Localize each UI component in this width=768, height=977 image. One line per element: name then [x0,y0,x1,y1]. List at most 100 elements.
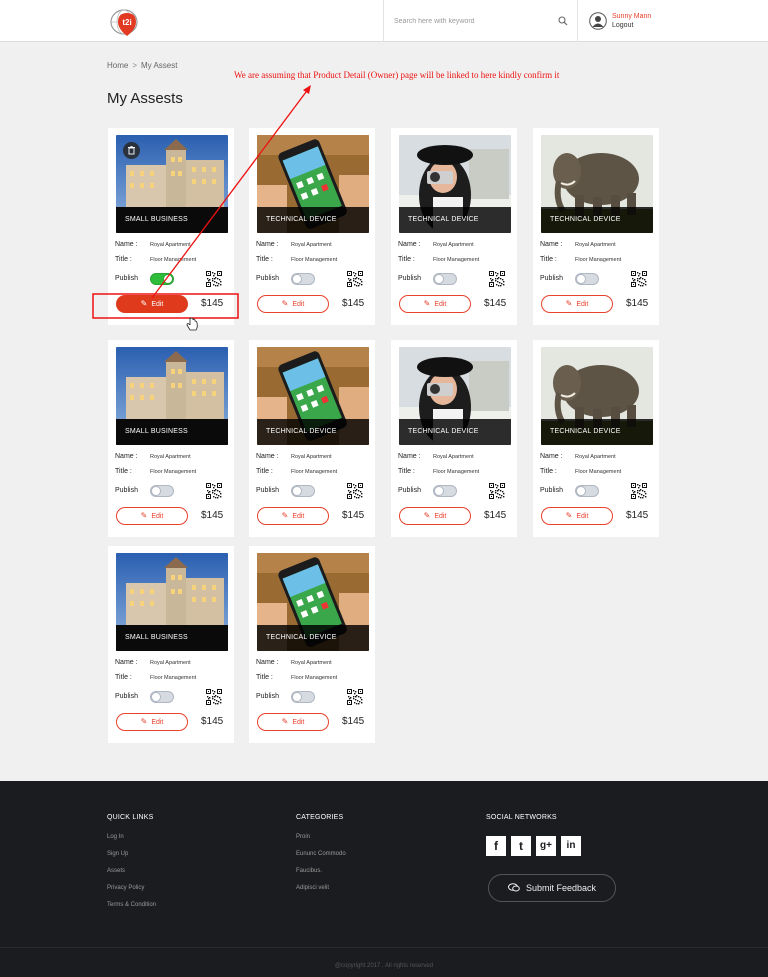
qr-code-icon[interactable] [347,689,363,705]
asset-name: Royal Apartment [291,660,332,666]
category-link[interactable]: Eununc Commodo [296,851,346,857]
asset-card[interactable]: TECHNICAL DEVICE Name : Royal Apartment Tit… [249,128,375,325]
qr-code-icon[interactable] [206,483,222,499]
edit-button[interactable]: ✎ Edit [541,295,613,313]
edit-button[interactable]: ✎ Edit [116,713,188,731]
publish-toggle[interactable] [575,485,599,497]
publish-toggle[interactable] [291,273,315,285]
qr-code-icon[interactable] [206,271,222,287]
submit-feedback-button[interactable]: Submit Feedback [488,874,616,902]
asset-price: $145 [342,298,365,309]
edit-icon: ✎ [423,299,431,308]
quick-link[interactable]: Privacy Policy [107,885,144,891]
publish-toggle[interactable] [150,691,174,703]
edit-button[interactable]: ✎ Edit [116,295,188,313]
facebook-icon[interactable]: f [486,836,506,856]
asset-title-row: Title : Floor Management [115,674,196,681]
trash-icon[interactable] [123,142,140,159]
edit-button[interactable]: ✎ Edit [116,507,188,525]
asset-card[interactable]: TECHNICAL DEVICE Name : Royal Apartment Tit… [391,340,517,537]
quick-link[interactable]: Sign Up [107,851,128,857]
quick-link[interactable]: Log In [107,834,124,840]
edit-icon: ✎ [565,299,573,308]
title-label: Title : [398,468,415,475]
avatar-icon[interactable] [589,12,607,30]
breadcrumb-home[interactable]: Home [107,61,128,70]
asset-card[interactable]: TECHNICAL DEVICE Name : Royal Apartment Tit… [533,128,659,325]
asset-price: $145 [201,510,224,521]
asset-card[interactable]: SMALL BUSINESS Name : Royal Apartment Title… [108,546,234,743]
publish-toggle[interactable] [433,273,457,285]
title-label: Title : [256,468,273,475]
qr-code-icon[interactable] [489,271,505,287]
edit-button[interactable]: ✎ Edit [257,507,329,525]
asset-price: $145 [342,716,365,727]
asset-image[interactable]: TECHNICAL DEVICE [257,347,369,445]
publish-toggle[interactable] [433,485,457,497]
asset-image[interactable]: SMALL BUSINESS [116,553,228,651]
publish-toggle[interactable] [575,273,599,285]
qr-code-icon[interactable] [631,483,647,499]
quick-link[interactable]: Terms & Condition [107,902,156,908]
asset-image[interactable]: TECHNICAL DEVICE [399,135,511,233]
asset-image[interactable]: TECHNICAL DEVICE [399,347,511,445]
quick-link[interactable]: Assets [107,868,125,874]
asset-image[interactable]: TECHNICAL DEVICE [541,347,653,445]
asset-title: Floor Management [150,257,197,263]
publish-toggle[interactable] [291,485,315,497]
asset-card[interactable]: TECHNICAL DEVICE Name : Royal Apartment Tit… [249,546,375,743]
asset-image[interactable]: TECHNICAL DEVICE [257,135,369,233]
asset-category: TECHNICAL DEVICE [550,428,621,435]
search-input[interactable] [394,14,544,28]
category-link[interactable]: Faucibus. [296,868,322,874]
asset-price: $145 [201,716,224,727]
user-menu[interactable]: Sunny Mann Logout [589,12,669,32]
edit-button[interactable]: ✎ Edit [541,507,613,525]
asset-card[interactable]: TECHNICAL DEVICE Name : Royal Apartment Tit… [533,340,659,537]
title-label: Title : [115,674,132,681]
asset-image[interactable]: TECHNICAL DEVICE [257,553,369,651]
edit-icon: ✎ [565,511,573,520]
asset-name: Royal Apartment [150,454,191,460]
publish-toggle[interactable] [291,691,315,703]
asset-category: TECHNICAL DEVICE [408,216,479,223]
qr-code-icon[interactable] [206,689,222,705]
asset-card[interactable]: TECHNICAL DEVICE Name : Royal Apartment Tit… [249,340,375,537]
logout-link[interactable]: Logout [612,22,633,29]
google-plus-icon[interactable]: g+ [536,836,556,856]
asset-card[interactable]: TECHNICAL DEVICE Name : Royal Apartment Tit… [391,128,517,325]
category-link[interactable]: Adipisci velit [296,885,329,891]
search-icon[interactable] [558,16,568,26]
asset-card[interactable]: SMALL BUSINESS Name : Royal Apartment Title… [108,340,234,537]
twitter-icon[interactable]: t [511,836,531,856]
qr-code-icon[interactable] [347,483,363,499]
toggle-knob [576,274,586,284]
toggle-knob [292,692,302,702]
edit-button[interactable]: ✎ Edit [257,713,329,731]
asset-name-row: Name : Royal Apartment [256,453,332,460]
asset-image[interactable]: TECHNICAL DEVICE [541,135,653,233]
qr-code-icon[interactable] [347,271,363,287]
qr-code-icon[interactable] [631,271,647,287]
edit-button[interactable]: ✎ Edit [399,295,471,313]
asset-title-row: Title : Floor Management [398,468,479,475]
linkedin-icon[interactable]: in [561,836,581,856]
category-link[interactable]: Proin [296,834,310,840]
name-label: Name : [115,453,138,460]
qr-code-icon[interactable] [489,483,505,499]
asset-name-row: Name : Royal Apartment [256,659,332,666]
asset-image[interactable]: SMALL BUSINESS [116,135,228,233]
svg-text:t2i: t2i [122,18,131,27]
publish-toggle[interactable] [150,273,174,285]
asset-card[interactable]: SMALL BUSINESS Name : Royal Apartment Title… [108,128,234,325]
toggle-knob [576,486,586,496]
publish-label: Publish [256,275,279,282]
edit-label: Edit [292,301,305,308]
title-label: Title : [540,256,557,263]
edit-button[interactable]: ✎ Edit [399,507,471,525]
t2i-logo[interactable]: t2i [107,6,149,38]
publish-toggle[interactable] [150,485,174,497]
edit-button[interactable]: ✎ Edit [257,295,329,313]
edit-label: Edit [292,719,305,726]
asset-image[interactable]: SMALL BUSINESS [116,347,228,445]
